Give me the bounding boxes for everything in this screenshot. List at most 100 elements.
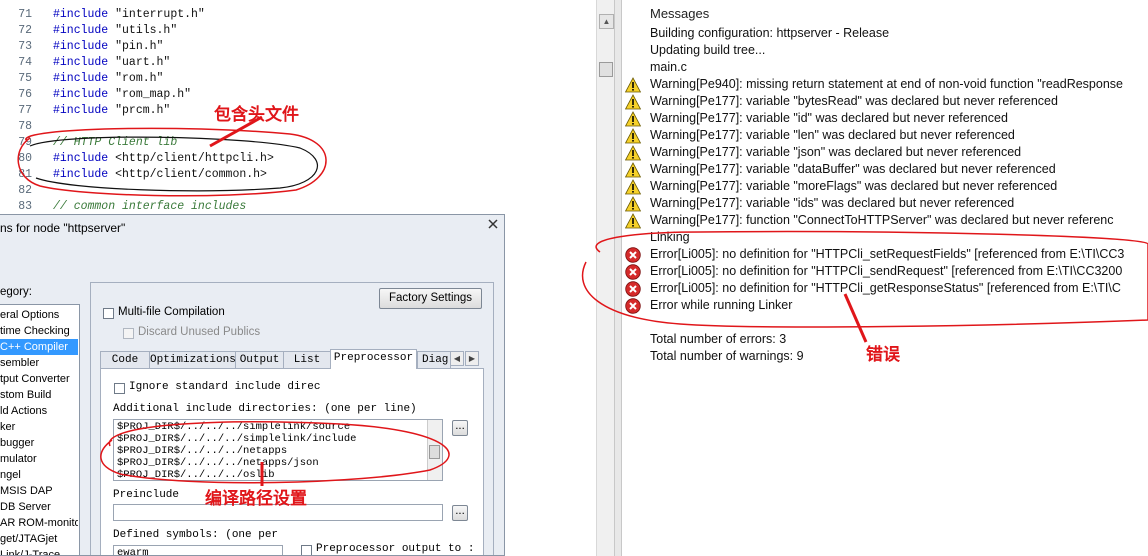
preinclude-label: Preinclude: [113, 489, 180, 501]
code-keyword: #include <http/client/common.h>: [53, 167, 267, 183]
message-info[interactable]: Linking: [650, 229, 690, 246]
warning-icon: [625, 162, 641, 178]
line-number: 79: [18, 136, 32, 149]
code-line: 75 #include "rom.h": [0, 71, 596, 87]
line-number: 74: [18, 56, 32, 69]
tab-list[interactable]: List: [283, 351, 331, 368]
factory-settings-button[interactable]: Factory Settings: [379, 288, 482, 309]
message-warning[interactable]: Warning[Pe177]: variable "bytesRead" was…: [650, 93, 1058, 110]
category-item[interactable]: stom Build: [0, 387, 78, 403]
message-warning[interactable]: Warning[Pe177]: variable "json" was decl…: [650, 144, 1021, 161]
line-number: 83: [18, 200, 32, 213]
code-comment: // HTTP Client lib: [53, 136, 178, 149]
include-dirs-textarea[interactable]: $PROJ_DIR$/../../../simplelink/source $PR…: [113, 419, 443, 481]
annotation-include-headers: 包含头文件: [214, 105, 299, 125]
category-item[interactable]: AR ROM-monitor: [0, 515, 78, 531]
code-keyword: #include "interrupt.h": [53, 7, 205, 23]
error-icon: [625, 264, 641, 280]
message-info[interactable]: main.c: [650, 59, 687, 76]
include-dir-entry: $PROJ_DIR$/../../../simplelink/include: [117, 433, 357, 445]
message-info[interactable]: Updating build tree...: [650, 42, 765, 59]
multifile-checkbox[interactable]: [103, 308, 114, 319]
tab-code[interactable]: Code: [100, 351, 150, 368]
messages-pane: Messages Building configuration: httpser…: [622, 0, 1148, 556]
include-target: <http/client/common.h>: [108, 168, 267, 181]
include-directive: #include: [53, 104, 109, 117]
line-number: 82: [18, 184, 32, 197]
category-item[interactable]: eral Options: [0, 307, 78, 323]
warning-icon: [625, 94, 641, 110]
warning-icon: [625, 128, 641, 144]
discard-unused-checkbox[interactable]: [123, 328, 134, 339]
editor-scrollbar[interactable]: ▲: [596, 0, 614, 556]
code-line: 71 #include "interrupt.h": [0, 7, 596, 23]
message-warning[interactable]: Warning[Pe177]: variable "len" was decla…: [650, 127, 1015, 144]
message-warning[interactable]: Warning[Pe940]: missing return statement…: [650, 76, 1123, 93]
message-warning[interactable]: Warning[Pe177]: variable "dataBuffer" wa…: [650, 161, 1056, 178]
discard-unused-label: Discard Unused Publics: [138, 326, 261, 338]
message-warning[interactable]: Warning[Pe177]: variable "moreFlags" was…: [650, 178, 1057, 195]
category-item[interactable]: ker: [0, 419, 78, 435]
include-dirs-scrollbar[interactable]: [427, 420, 442, 480]
preprocessor-tab-body: Ignore standard include direc Additional…: [100, 368, 484, 556]
preinclude-browse-button[interactable]: ...: [452, 505, 468, 521]
warning-icon: [625, 145, 641, 161]
ignore-std-checkbox[interactable]: [114, 383, 125, 394]
include-directive: #include: [53, 24, 109, 37]
include-dir-entry: $PROJ_DIR$/../../../netapps/json: [117, 457, 319, 469]
include-dir-entry: $PROJ_DIR$/../../../simplelink/source: [117, 421, 351, 433]
defined-symbols-textarea[interactable]: ewarm: [113, 545, 283, 556]
category-item[interactable]: MSIS DAP: [0, 483, 78, 499]
warning-icon: [625, 196, 641, 212]
category-item[interactable]: Link/J-Trace: [0, 547, 78, 555]
category-item[interactable]: DB Server: [0, 499, 78, 515]
message-error[interactable]: Error[Li005]: no definition for "HTTPCli…: [650, 280, 1121, 297]
message-info[interactable]: Building configuration: httpserver - Rel…: [650, 25, 889, 42]
tab-output[interactable]: Output: [235, 351, 284, 368]
include-directive: #include: [53, 152, 109, 165]
tab-optimizations[interactable]: Optimizations: [149, 351, 236, 368]
category-item[interactable]: ld Actions: [0, 403, 78, 419]
defined-symbol-value: ewarm: [117, 547, 149, 556]
include-target: "pin.h": [108, 40, 164, 53]
include-dirs-scroll-thumb[interactable]: [429, 445, 440, 459]
include-browse-button[interactable]: ...: [452, 420, 468, 436]
scroll-thumb[interactable]: [599, 62, 613, 77]
message-error[interactable]: Error while running Linker: [650, 297, 792, 314]
error-icon: [625, 281, 641, 297]
include-target: "rom.h": [108, 72, 164, 85]
message-warning[interactable]: Warning[Pe177]: variable "id" was declar…: [650, 110, 1008, 127]
tab-diagnostics[interactable]: Diag: [417, 351, 451, 368]
category-item[interactable]: ngel: [0, 467, 78, 483]
warning-icon: [625, 77, 641, 93]
code-keyword: #include "pin.h": [53, 39, 163, 55]
include-target: <http/client/httpcli.h>: [108, 152, 274, 165]
category-label: egory:: [0, 286, 32, 298]
pane-splitter[interactable]: [614, 0, 622, 556]
category-item[interactable]: get/JTAGjet: [0, 531, 78, 547]
message-warning[interactable]: Warning[Pe177]: variable "ids" was decla…: [650, 195, 1014, 212]
message-warning[interactable]: Warning[Pe177]: function "ConnectToHTTPS…: [650, 212, 1114, 229]
message-error[interactable]: Error[Li005]: no definition for "HTTPCli…: [650, 263, 1122, 280]
line-number: 81: [18, 168, 32, 181]
message-error[interactable]: Error[Li005]: no definition for "HTTPCli…: [650, 246, 1124, 263]
ignore-std-label: Ignore standard include direc: [129, 381, 321, 393]
category-item[interactable]: mulator: [0, 451, 78, 467]
include-directive: #include: [53, 56, 109, 69]
category-list[interactable]: eral Options time Checking C++ Compiler sem…: [0, 304, 80, 555]
total-warnings: Total number of warnings: 9: [650, 349, 804, 363]
category-item[interactable]: tput Converter: [0, 371, 78, 387]
category-item[interactable]: time Checking: [0, 323, 78, 339]
tab-preprocessor[interactable]: Preprocessor: [330, 349, 417, 369]
close-icon[interactable]: [486, 217, 500, 231]
category-item[interactable]: sembler: [0, 355, 78, 371]
category-item[interactable]: C++ Compiler: [0, 339, 78, 355]
scroll-up-icon[interactable]: ▲: [599, 14, 614, 29]
line-number: 75: [18, 72, 32, 85]
category-item[interactable]: bugger: [0, 435, 78, 451]
preproc-output-checkbox[interactable]: [301, 545, 312, 555]
include-directive: #include: [53, 88, 109, 101]
tab-scroll-left-icon[interactable]: ◀: [450, 351, 464, 366]
tab-scroll-right-icon[interactable]: ▶: [465, 351, 479, 366]
include-dir-entry: $PROJ_DIR$/../../../netapps: [117, 445, 288, 457]
